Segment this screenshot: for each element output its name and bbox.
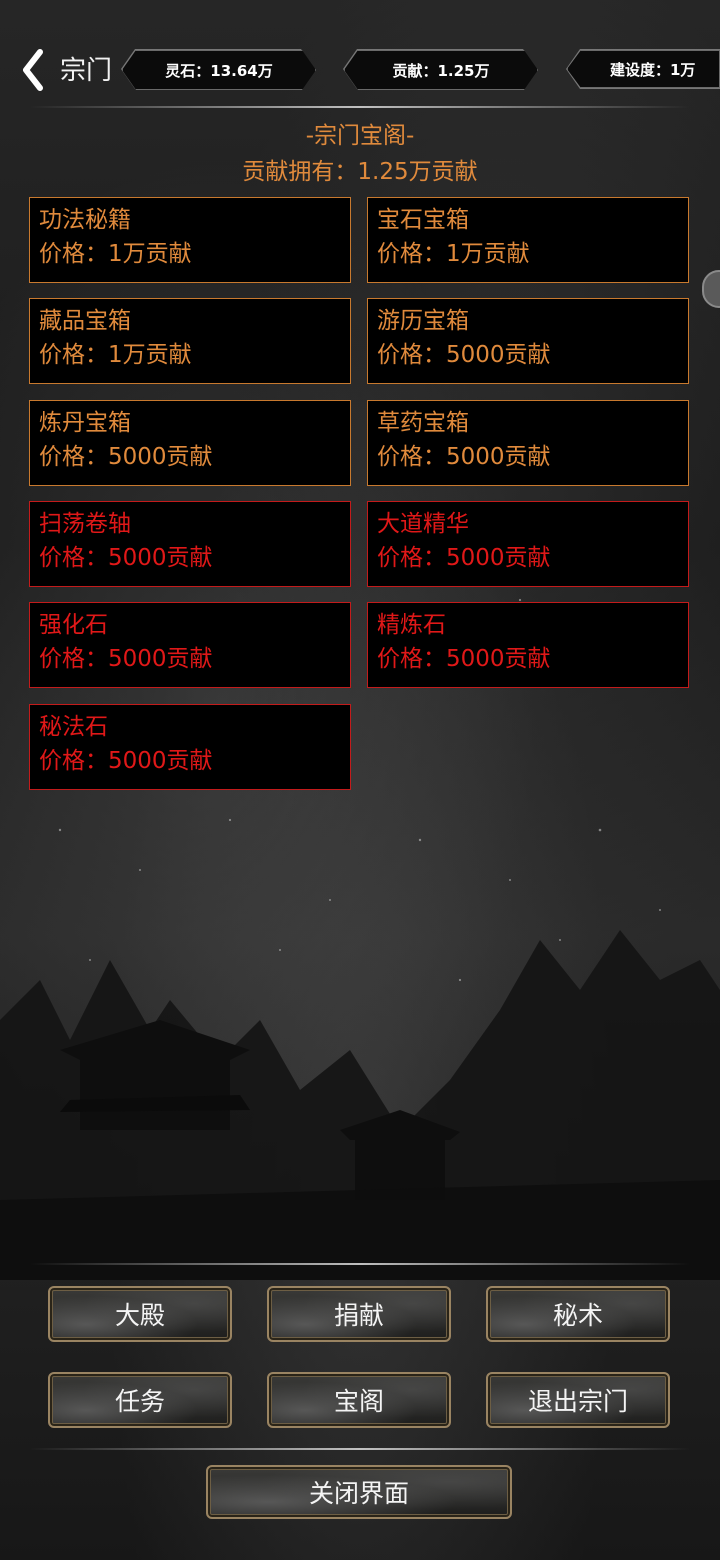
shop-item-card[interactable]: 宝石宝箱 价格：1万贡献 [367,197,689,283]
item-name: 秘法石 [39,714,108,740]
nav-divider-bottom [30,1448,690,1450]
spirit-stone-counter: 灵石：13.64万 [122,50,316,90]
shop-item-card-unaffordable[interactable]: 精炼石 价格：5000贡献 [367,602,689,688]
item-name: 宝石宝箱 [377,207,469,233]
contribution-counter: 贡献：1.25万 [344,50,538,90]
shop-title: -宗门宝阁- [305,123,415,149]
item-price: 价格：5000贡献 [377,545,551,571]
mountain-pagoda-silhouette [0,930,720,1280]
donate-button[interactable]: 捐献 [267,1286,451,1342]
close-interface-button[interactable]: 关闭界面 [206,1465,512,1519]
item-name: 精炼石 [377,612,446,638]
shop-item-card-unaffordable[interactable]: 大道精华 价格：5000贡献 [367,501,689,587]
hall-button[interactable]: 大殿 [48,1286,232,1342]
item-name: 炼丹宝箱 [39,410,131,436]
item-price: 价格：5000贡献 [377,646,551,672]
shop-item-card[interactable]: 炼丹宝箱 价格：5000贡献 [29,400,351,486]
item-name: 扫荡卷轴 [39,511,131,537]
owned-contribution: 贡献拥有：1.25万贡献 [242,159,478,185]
item-price: 价格：1万贡献 [377,241,530,267]
item-price: 价格：1万贡献 [39,241,192,267]
construction-counter: 建设度：1万 [567,50,720,88]
item-price: 价格：1万贡献 [39,342,192,368]
tasks-button[interactable]: 任务 [48,1372,232,1428]
item-name: 强化石 [39,612,108,638]
treasure-pavilion-button[interactable]: 宝阁 [267,1372,451,1428]
item-price: 价格：5000贡献 [39,444,213,470]
shop-item-card[interactable]: 藏品宝箱 价格：1万贡献 [29,298,351,384]
item-name: 功法秘籍 [39,207,131,233]
item-name: 游历宝箱 [377,308,469,334]
shop-item-card-unaffordable[interactable]: 秘法石 价格：5000贡献 [29,704,351,790]
secret-art-button[interactable]: 秘术 [486,1286,670,1342]
header-divider [30,106,690,108]
shop-item-card[interactable]: 草药宝箱 价格：5000贡献 [367,400,689,486]
page-title: 宗门 [60,56,113,86]
shop-item-card-unaffordable[interactable]: 扫荡卷轴 价格：5000贡献 [29,501,351,587]
shop-item-card-unaffordable[interactable]: 强化石 价格：5000贡献 [29,602,351,688]
top-bar: 宗门 灵石：13.64万 贡献：1.25万 建设度：1万 [0,40,720,100]
back-arrow-icon[interactable] [18,48,48,92]
shop-item-card[interactable]: 功法秘籍 价格：1万贡献 [29,197,351,283]
item-price: 价格：5000贡献 [39,545,213,571]
shop-item-card[interactable]: 游历宝箱 价格：5000贡献 [367,298,689,384]
item-name: 大道精华 [377,511,469,537]
leave-sect-button[interactable]: 退出宗门 [486,1372,670,1428]
item-price: 价格：5000贡献 [377,444,551,470]
item-price: 价格：5000贡献 [39,646,213,672]
item-price: 价格：5000贡献 [377,342,551,368]
item-name: 藏品宝箱 [39,308,131,334]
item-name: 草药宝箱 [377,410,469,436]
item-price: 价格：5000贡献 [39,748,213,774]
nav-divider-top [30,1263,690,1265]
